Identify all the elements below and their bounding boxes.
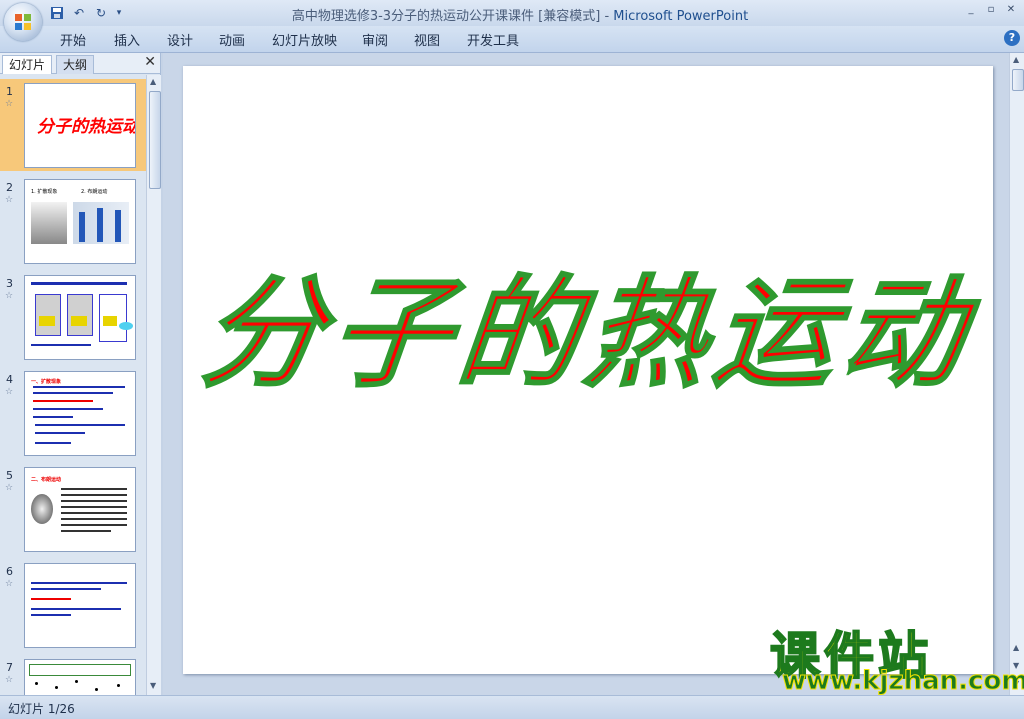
scroll-up-icon[interactable]: ▲ (150, 77, 156, 86)
quick-access-toolbar: ↶ ↻ ▾ (48, 4, 124, 22)
thumb-title: 分子的热运动 (37, 117, 136, 137)
scrollbar-thumb[interactable] (1012, 69, 1024, 91)
thumb-heading: 二、布朗运动 (31, 477, 62, 483)
slide-thumbnail-3[interactable]: 3 ☆ (0, 271, 146, 363)
scroll-up-icon[interactable]: ▲ (1013, 55, 1019, 64)
animation-star-icon: ☆ (5, 291, 14, 301)
thumbnail-image (24, 659, 136, 695)
tab-home[interactable]: 开始 (60, 30, 86, 49)
slide-number: 6 (6, 565, 13, 578)
tab-animations[interactable]: 动画 (219, 30, 245, 49)
minimize-button[interactable]: _ (962, 2, 980, 18)
thumb-photo (73, 202, 129, 244)
slides-pane: 幻灯片 大纲 ✕ 1 ☆ 分子的热运动 2 ☆ 1. 扩散现象 2. 布朗运动 (0, 53, 161, 695)
tab-slide-show[interactable]: 幻灯片放映 (272, 30, 337, 49)
slide-thumbnail-4[interactable]: 4 ☆ 一、扩散现象 (0, 367, 146, 459)
prev-slide-icon[interactable]: ▲ (1013, 643, 1019, 652)
redo-icon[interactable]: ↻ (92, 4, 110, 22)
tab-view[interactable]: 视图 (414, 30, 440, 49)
thumb-photo (31, 202, 67, 244)
tab-developer[interactable]: 开发工具 (467, 30, 519, 49)
window-title: 高中物理选修3-3分子的热运动公开课课件 [兼容模式] - Microsoft … (200, 5, 840, 24)
animation-star-icon: ☆ (5, 387, 14, 397)
slide-canvas[interactable]: 分子的热运动 (183, 66, 993, 674)
thumbnail-scrollbar[interactable]: ▲ ▼ (146, 75, 161, 695)
app-name: Microsoft PowerPoint (613, 9, 749, 24)
save-icon[interactable] (48, 4, 66, 22)
slide-number: 5 (6, 469, 13, 482)
thumb-heading: 一、扩散现象 (31, 379, 62, 385)
undo-icon[interactable]: ↶ (70, 4, 88, 22)
animation-star-icon: ☆ (5, 195, 14, 205)
thumbnail-image: 一、扩散现象 (24, 371, 136, 456)
slide-counter: 幻灯片 1/26 (8, 702, 75, 716)
thumb-caption: 1. 扩散现象 (31, 189, 58, 195)
thumbnail-image: 分子的热运动 (24, 83, 136, 168)
slide-title[interactable]: 分子的热运动 (174, 236, 1002, 410)
slide-number: 1 (6, 85, 13, 98)
scroll-down-icon[interactable]: ▼ (150, 681, 156, 690)
office-button[interactable] (4, 3, 42, 41)
thumb-portrait (31, 494, 53, 524)
slide-scrollbar[interactable]: ▲ ▲ ▼ ▼ (1009, 53, 1024, 695)
help-icon[interactable]: ? (1004, 30, 1020, 46)
document-title: 高中物理选修3-3分子的热运动公开课课件 [兼容模式] (291, 9, 601, 24)
pane-tabs: 幻灯片 大纲 ✕ (0, 53, 160, 74)
tab-insert[interactable]: 插入 (114, 30, 140, 49)
window-controls: _ ▫ ✕ (962, 2, 1020, 18)
thumbnail-image (24, 563, 136, 648)
close-window-button[interactable]: ✕ (1002, 2, 1020, 18)
close-pane-icon[interactable]: ✕ (144, 54, 156, 70)
animation-star-icon: ☆ (5, 579, 14, 589)
slide-number: 7 (6, 661, 13, 674)
animation-star-icon: ☆ (5, 483, 14, 493)
customize-qat-icon[interactable]: ▾ (114, 4, 124, 22)
title-separator: - (600, 9, 614, 24)
slide-thumbnail-6[interactable]: 6 ☆ (0, 559, 146, 651)
slide-number: 3 (6, 277, 13, 290)
slide-number: 4 (6, 373, 13, 386)
thumbnail-image: 二、布朗运动 (24, 467, 136, 552)
thumbnail-image: 1. 扩散现象 2. 布朗运动 (24, 179, 136, 264)
watermark-url: www.kjzhan.com (781, 666, 1024, 697)
tab-design[interactable]: 设计 (167, 30, 193, 49)
slide-thumbnail-2[interactable]: 2 ☆ 1. 扩散现象 2. 布朗运动 (0, 175, 146, 267)
slide-number: 2 (6, 181, 13, 194)
scrollbar-thumb[interactable] (149, 91, 161, 189)
slide-thumbnail-5[interactable]: 5 ☆ 二、布朗运动 (0, 463, 146, 555)
thumbnail-image (24, 275, 136, 360)
tab-slides[interactable]: 幻灯片 (2, 55, 53, 74)
slide-thumbnail-1[interactable]: 1 ☆ 分子的热运动 (0, 79, 146, 171)
status-bar: 幻灯片 1/26 (0, 695, 1024, 719)
thumbnail-list: 1 ☆ 分子的热运动 2 ☆ 1. 扩散现象 2. 布朗运动 3 ☆ 4 ☆ 一… (0, 75, 146, 695)
restore-button[interactable]: ▫ (982, 2, 1000, 18)
office-logo-icon (15, 14, 31, 30)
animation-star-icon: ☆ (5, 99, 14, 109)
tab-outline[interactable]: 大纲 (56, 55, 95, 74)
animation-star-icon: ☆ (5, 675, 14, 685)
thumb-caption: 2. 布朗运动 (81, 189, 108, 195)
tab-review[interactable]: 审阅 (362, 30, 388, 49)
slide-thumbnail-7[interactable]: 7 ☆ (0, 655, 146, 695)
ribbon-tabs: 开始 插入 设计 动画 幻灯片放映 审阅 视图 开发工具 (0, 26, 1024, 53)
